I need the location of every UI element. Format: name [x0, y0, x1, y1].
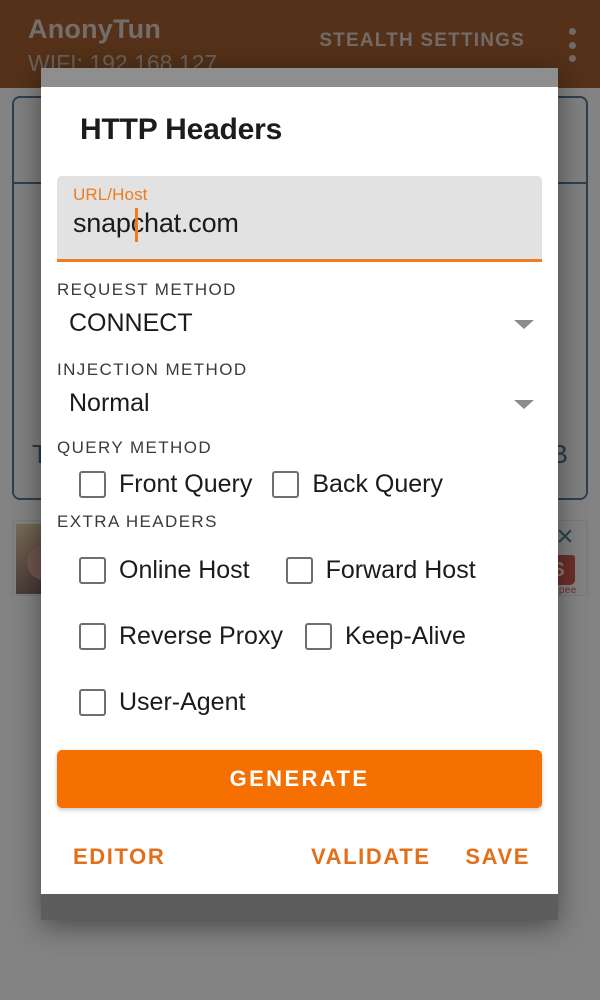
checkbox-back-query[interactable]: Back Query: [272, 470, 443, 499]
checkbox-keep-alive[interactable]: Keep-Alive: [304, 621, 466, 651]
validate-button[interactable]: VALIDATE: [307, 840, 435, 874]
screen: AnonyTun WIFI: 192.168.127 STEALTH SETTI…: [0, 0, 600, 1000]
url-host-field[interactable]: URL/Host snapchat.com: [57, 176, 542, 262]
checkbox-box[interactable]: [79, 622, 106, 650]
checkbox-forward-host[interactable]: Forward Host: [285, 555, 476, 585]
checkbox-label: Keep-Alive: [344, 621, 466, 650]
query-method-row: Front Query Back Query: [57, 458, 542, 510]
dialog-top-strip: [41, 68, 558, 87]
injection-method-label: INJECTION METHOD: [57, 360, 248, 379]
checkbox-box[interactable]: [79, 688, 106, 716]
http-headers-dialog: HTTP Headers URL/Host snapchat.com REQUE…: [41, 68, 558, 920]
checkbox-box[interactable]: [304, 622, 332, 650]
request-method-group: REQUEST METHOD CONNECT: [57, 280, 542, 346]
editor-button[interactable]: EDITOR: [69, 840, 169, 874]
request-method-value: CONNECT: [69, 308, 193, 337]
checkbox-box[interactable]: [79, 556, 106, 584]
checkbox-front-query[interactable]: Front Query: [79, 470, 252, 499]
chevron-down-icon: [514, 400, 534, 409]
save-button[interactable]: SAVE: [461, 840, 534, 874]
checkbox-box[interactable]: [272, 470, 300, 498]
injection-method-value: Normal: [69, 388, 150, 417]
extra-headers-label: EXTRA HEADERS: [57, 512, 218, 531]
checkbox-label: Online Host: [119, 555, 250, 584]
dialog-body: HTTP Headers URL/Host snapchat.com REQUE…: [41, 87, 558, 894]
checkbox-box[interactable]: [79, 470, 106, 498]
request-method-label: REQUEST METHOD: [57, 280, 237, 299]
dialog-actions: EDITOR VALIDATE SAVE: [57, 840, 542, 890]
chevron-down-icon: [514, 320, 534, 329]
request-method-spinner[interactable]: CONNECT: [57, 300, 542, 346]
extra-headers-group: EXTRA HEADERS Online Host Forward Host R…: [57, 512, 542, 728]
text-cursor: [135, 208, 138, 242]
url-host-label: URL/Host: [73, 185, 148, 204]
checkbox-label: Reverse Proxy: [119, 621, 283, 650]
query-method-label: QUERY METHOD: [57, 438, 213, 457]
extra-headers-row-2: Reverse Proxy Keep-Alive: [57, 610, 542, 662]
dialog-bottom-strip: [41, 894, 558, 920]
dialog-title: HTTP Headers: [80, 113, 283, 146]
url-host-input[interactable]: snapchat.com: [73, 208, 239, 239]
checkbox-label: Forward Host: [325, 555, 476, 584]
checkbox-label: Front Query: [119, 469, 253, 498]
checkbox-label: User-Agent: [119, 687, 246, 716]
checkbox-label: Back Query: [312, 469, 443, 498]
query-method-group: QUERY METHOD Front Query Back Query: [57, 438, 542, 510]
checkbox-user-agent[interactable]: User-Agent: [79, 688, 245, 717]
checkbox-reverse-proxy[interactable]: Reverse Proxy: [79, 622, 283, 651]
checkbox-box[interactable]: [285, 556, 313, 584]
extra-headers-row-3: User-Agent: [57, 676, 542, 728]
generate-button[interactable]: GENERATE: [57, 750, 542, 808]
extra-headers-row-1: Online Host Forward Host: [57, 544, 542, 596]
injection-method-spinner[interactable]: Normal: [57, 380, 542, 426]
checkbox-online-host[interactable]: Online Host: [79, 556, 250, 585]
url-host-value-row[interactable]: snapchat.com: [73, 208, 526, 242]
injection-method-group: INJECTION METHOD Normal: [57, 360, 542, 426]
